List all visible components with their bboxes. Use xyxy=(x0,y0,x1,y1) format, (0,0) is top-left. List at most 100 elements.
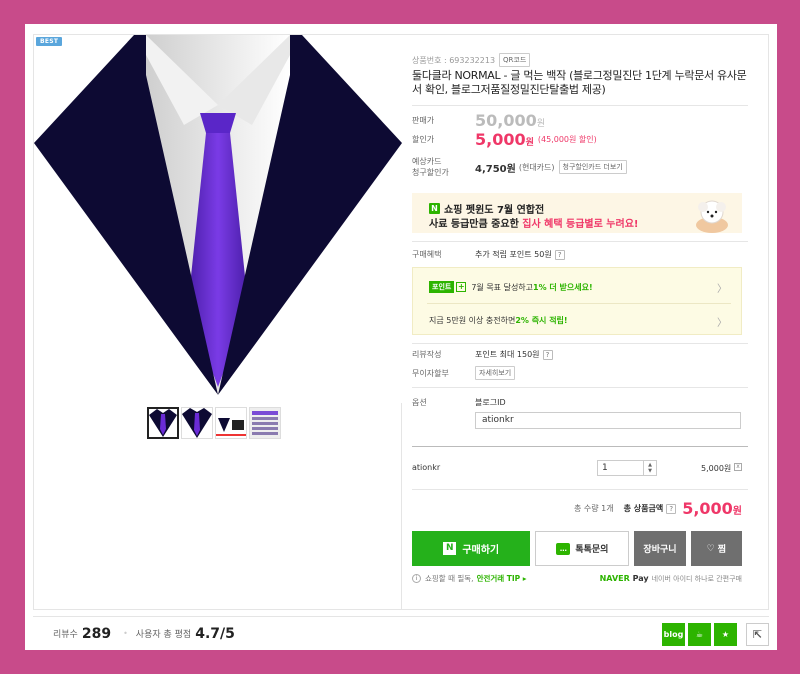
quantity-spinner[interactable]: ▲ ▼ xyxy=(644,461,656,475)
card-name: (현대카드) xyxy=(518,162,555,172)
promo-banner[interactable]: N 쇼핑 펫윈도 7월 연합전 사료 등급만큼 중요한 집사 혜택 등급별로 누… xyxy=(412,193,742,233)
thumbnail-3[interactable] xyxy=(215,407,247,439)
talk-bubble-icon: … xyxy=(556,542,571,555)
divider xyxy=(412,241,748,242)
best-badge: BEST xyxy=(36,37,63,46)
buy-button-label: 구매하기 xyxy=(462,545,500,556)
info-icon: i xyxy=(412,574,421,583)
product-info: 상품번호 : 693232213 QR코드 둘다클라 NORMAL - 글 먹는… xyxy=(412,35,748,609)
cart-button[interactable]: 장바구니 xyxy=(634,531,686,566)
chevron-right-icon[interactable]: 〉 xyxy=(717,314,727,329)
benefit-value: 추가 적립 포인트 50원 xyxy=(475,250,552,259)
total-price-unit: 원 xyxy=(732,506,742,517)
thumbnail-screenshot-image xyxy=(250,408,280,438)
help-icon[interactable]: ? xyxy=(542,349,553,360)
chevron-down-icon[interactable]: ▼ xyxy=(648,468,652,474)
naver-pay-description: 네이버 아이디 하나로 간편구매 xyxy=(651,574,742,583)
installment-label: 무이자할부 xyxy=(412,368,449,378)
banner-line1: N 쇼핑 펫윈도 7월 연합전 xyxy=(429,201,544,216)
wishlist-button[interactable]: ♡ 찜 xyxy=(690,531,742,566)
total-price-label: 총 상품금액 xyxy=(623,504,664,513)
thumbnail-1[interactable] xyxy=(147,407,179,439)
product-image-area: BEST xyxy=(34,35,402,609)
card-label-line2: 청구할인가 xyxy=(412,168,449,177)
help-icon[interactable]: ? xyxy=(666,503,677,514)
original-price-unit: 원 xyxy=(536,119,546,129)
review-count-label: 리뷰수 xyxy=(53,630,78,640)
option-field-label: 블로그ID xyxy=(475,398,506,407)
rating-label: 사용자 총 평점 xyxy=(135,630,192,640)
naver-n-icon: N xyxy=(443,542,457,555)
chevron-right-icon[interactable]: 〉 xyxy=(717,280,727,295)
banner-title: 쇼핑 펫윈도 7월 연합전 xyxy=(444,205,545,216)
plus-icon: + xyxy=(456,282,467,292)
benefit-goal-text: 7월 목표 달성하고 xyxy=(471,282,534,292)
original-price-value: 50,000 xyxy=(475,111,537,130)
naver-pay-logo: NAVER Pay xyxy=(600,574,649,583)
original-price-label: 판매가 xyxy=(412,116,435,125)
review-summary-bar: 리뷰수 289 • 사용자 총 평점 4.7 /5 blog ☕ ★ ⇱ xyxy=(33,616,769,650)
review-row: 리뷰작성 포인트 최대 150원 ? xyxy=(412,349,748,360)
dog-illustration-icon xyxy=(696,200,728,233)
qr-code-button[interactable]: QR코드 xyxy=(499,53,531,67)
card-label-line1: 예상카드 xyxy=(412,157,442,166)
divider xyxy=(427,303,731,304)
benefit-goal-line[interactable]: 포인트 + 7월 목표 달성하고 1% 더 받으세요! xyxy=(429,281,729,293)
review-label: 리뷰작성 xyxy=(412,350,442,359)
help-icon[interactable]: ? xyxy=(554,249,565,260)
discount-note: (45,000원 할인) xyxy=(537,135,597,144)
selected-option: ationkr xyxy=(412,456,742,491)
total-row: 총 수량 1개 총 상품금액 ? 5,000원 xyxy=(412,499,742,518)
remove-option-button[interactable]: x xyxy=(734,463,742,471)
points-badge: 포인트 xyxy=(429,281,455,293)
selected-option-price: 5,000원 xyxy=(701,464,732,473)
blog-icon[interactable]: blog xyxy=(662,623,685,646)
separator-dot: • xyxy=(123,629,128,638)
card-more-button[interactable]: 청구할인카드 더보기 xyxy=(558,160,627,174)
action-buttons: N 구매하기 … 톡톡문의 장바구니 ♡ 찜 xyxy=(412,531,742,566)
naver-pay-logo-a: NAVER xyxy=(599,574,630,583)
thumbnail-4[interactable] xyxy=(249,407,281,439)
wishlist-button-label: 찜 xyxy=(717,545,726,555)
product-main-image xyxy=(34,35,402,403)
cafe-icon[interactable]: ☕ xyxy=(688,623,711,646)
banner-text: 사료 등급만큼 중요한 xyxy=(429,219,523,230)
sale-price: 5,000원 xyxy=(475,130,534,149)
product-detail-box: BEST 상품번호: 693232213 QR코드 둘다클라 NORMAL -… xyxy=(33,34,769,610)
card-price: 4,750원 xyxy=(475,163,516,175)
blog-id-input[interactable]: ationkr xyxy=(475,412,741,429)
star-icon[interactable]: ★ xyxy=(714,623,737,646)
divider xyxy=(412,489,748,490)
divider xyxy=(412,446,748,447)
naver-n-icon: N xyxy=(429,203,440,214)
product-panel: BEST 상품번호: 693232213 QR코드 둘다클라 NORMAL -… xyxy=(25,24,777,650)
review-count[interactable]: 289 xyxy=(82,626,111,642)
benefit-charge-line[interactable]: 지금 5만원 이상 충전하면 2% 즉시 적립! xyxy=(429,315,729,326)
benefit-box: 포인트 + 7월 목표 달성하고 1% 더 받으세요! 〉 지금 5만원 이상 … xyxy=(412,267,742,335)
thumbnail-suit-image xyxy=(182,408,212,438)
share-icons: blog ☕ ★ ⇱ xyxy=(662,623,769,646)
divider xyxy=(412,387,748,388)
original-price: 50,000원 xyxy=(475,111,545,130)
installment-detail-button[interactable]: 자세히보기 xyxy=(475,366,516,380)
safe-trade-tip-link[interactable]: 안전거래 TIP ▸ xyxy=(477,573,527,584)
rating-value: 4.7 xyxy=(195,625,221,642)
benefit-charge-highlight: 2% 즉시 적립! xyxy=(515,316,568,325)
quantity-value[interactable]: 1 xyxy=(598,461,644,475)
talktalk-button[interactable]: … 톡톡문의 xyxy=(535,531,630,566)
divider xyxy=(412,105,748,106)
quantity-stepper[interactable]: 1 ▲ ▼ xyxy=(597,460,657,476)
total-quantity: 총 수량 1개 xyxy=(573,504,614,513)
talktalk-button-label: 톡톡문의 xyxy=(575,545,609,555)
product-code-row: 상품번호 : 693232213 QR코드 xyxy=(412,53,531,67)
product-code: 상품번호 : 693232213 xyxy=(412,55,496,65)
selected-option-name: ationkr xyxy=(412,463,441,472)
rating-max: /5 xyxy=(220,625,235,642)
share-icon[interactable]: ⇱ xyxy=(746,623,769,646)
total-price-value: 5,000 xyxy=(682,499,733,518)
thumbnail-2[interactable] xyxy=(181,407,213,439)
naver-pay-logo-b: Pay xyxy=(632,574,649,583)
thumbnail-suit-image xyxy=(149,409,177,437)
sale-price-value: 5,000 xyxy=(475,130,526,149)
buy-button[interactable]: N 구매하기 xyxy=(412,531,531,566)
